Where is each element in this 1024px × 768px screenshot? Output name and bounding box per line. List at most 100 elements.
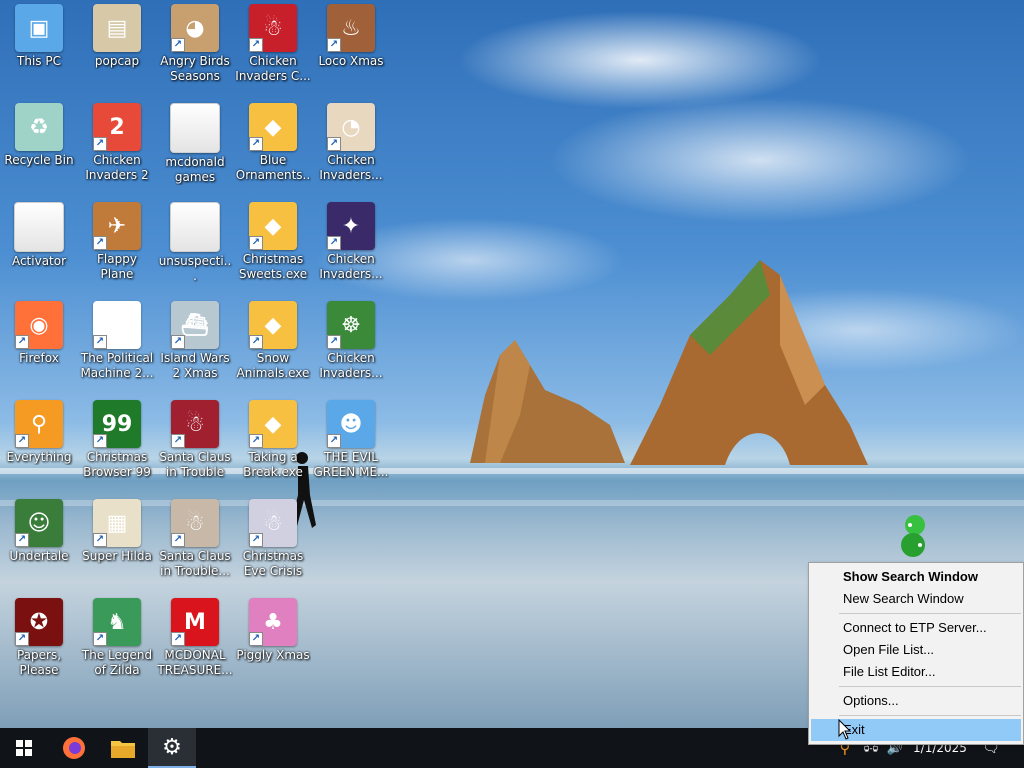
icon-glyph: ◆: [264, 312, 282, 338]
flappy-plane-icon: ✈ ↗: [93, 202, 141, 250]
desktop-icon-label: Loco Xmas: [318, 54, 384, 68]
desktop-icon[interactable]: ⚲ ↗ Everything: [1, 400, 77, 465]
icon-glyph: ✦: [341, 213, 361, 239]
menu-item[interactable]: Show Search Window: [809, 566, 1023, 588]
popcap-icon: ▤: [93, 4, 141, 52]
windows-logo-icon: [16, 740, 32, 756]
desktop-icon[interactable]: ♻ Recycle Bin: [1, 103, 77, 168]
generic-app-icon: ◆ ↗: [249, 400, 297, 448]
desktop-icon[interactable]: ♞ ↗ The Legend of Zilda: [79, 598, 155, 678]
loco-bear-icon: ♨ ↗: [327, 4, 375, 52]
icon-glyph: ♞: [107, 609, 127, 635]
desktop-icon-label: Super Hilda: [82, 549, 152, 563]
desktop-icon-label: Snow Animals.exe: [236, 351, 310, 380]
desktop-icon-label: Chicken Invaders...: [319, 252, 383, 281]
menu-separator: [839, 715, 1021, 716]
shortcut-arrow-icon: ↗: [15, 335, 29, 349]
desktop-icon[interactable]: 2 ↗ Chicken Invaders 2: [79, 103, 155, 183]
desktop-icon[interactable]: ◆ ↗ Snow Animals.exe: [235, 301, 311, 381]
desktop-icon[interactable]: ☃ ↗ Santa Claus in Trouble: [157, 400, 233, 480]
desktop-icon[interactable]: M ↗ MCDONAL TREASURE...: [157, 598, 233, 678]
mcdonalds-icon: M ↗: [171, 598, 219, 646]
folder-icon: [14, 202, 64, 252]
desktop-icon-label: Piggly Xmas: [236, 648, 310, 662]
shortcut-arrow-icon: ↗: [171, 434, 185, 448]
icon-glyph: ☃: [263, 15, 283, 41]
desktop-icon-label: Chicken Invaders C...: [235, 54, 311, 83]
papers-please-icon: ✪ ↗: [15, 598, 63, 646]
firefox-taskbar-button[interactable]: [50, 728, 98, 768]
desktop-icon[interactable]: ☸ ↗ Chicken Invaders...: [313, 301, 389, 381]
desktop-icon-label: Chicken Invaders...: [319, 351, 383, 380]
desktop-icon[interactable]: ☃↗Santa Claus in Trouble... A...: [157, 499, 233, 579]
desktop-icon[interactable]: ◕ ↗ Angry Birds Seasons: [157, 4, 233, 84]
desktop-icon[interactable]: ▣ This PC: [1, 4, 77, 69]
angry-birds-icon: ◕ ↗: [171, 4, 219, 52]
piggly-icon: ♣ ↗: [249, 598, 297, 646]
generic-app-icon: ◆ ↗: [249, 202, 297, 250]
desktop-icon[interactable]: mcdonald games: [157, 103, 233, 185]
desktop-icon[interactable]: ★ ↗ The Political Machine 2...: [79, 301, 155, 381]
icon-glyph: ⚲: [30, 411, 48, 437]
gear-icon: ⚙: [162, 734, 182, 760]
desktop-icon-label: The Legend of Zilda: [81, 648, 153, 677]
shortcut-arrow-icon: ↗: [327, 335, 341, 349]
chicken-invaders-icon: ☃ ↗: [249, 4, 297, 52]
shortcut-arrow-icon: ↗: [327, 236, 341, 250]
desktop-icon[interactable]: 99 ↗ Christmas Browser 99: [79, 400, 155, 480]
desktop-icon-label: Santa Claus in Trouble: [159, 450, 231, 479]
desktop-icon[interactable]: ▤ popcap: [79, 4, 155, 69]
desktop-icon[interactable]: ♨ ↗ Loco Xmas: [313, 4, 389, 69]
desktop-icon[interactable]: ◆ ↗ Taking a Break.exe: [235, 400, 311, 480]
desktop-icon[interactable]: ▦ ↗ Super Hilda: [79, 499, 155, 564]
file-explorer-taskbar-button[interactable]: [99, 728, 147, 768]
desktop-icon-label: Christmas Browser 99: [83, 450, 151, 479]
desktop-icon[interactable]: unsuspecti...: [157, 202, 233, 284]
desktop-icon[interactable]: ☺ ↗ Undertale: [1, 499, 77, 564]
start-button[interactable]: [0, 728, 48, 768]
chicken-invaders-icon: ◔ ↗: [327, 103, 375, 151]
menu-item[interactable]: File List Editor...: [809, 661, 1023, 683]
desktop-icon[interactable]: ✦ ↗ Chicken Invaders...: [313, 202, 389, 282]
desktop-icon[interactable]: ☃ ↗ Christmas Eve Crisis: [235, 499, 311, 579]
desktop-icon[interactable]: Activator: [1, 202, 77, 269]
menu-item[interactable]: Options...: [809, 690, 1023, 712]
people-icon: ☻ ↗: [327, 400, 375, 448]
santa-claus-icon: ☃ ↗: [249, 499, 297, 547]
shortcut-arrow-icon: ↗: [93, 236, 107, 250]
shortcut-arrow-icon: ↗: [171, 533, 185, 547]
desktop-icon[interactable]: ◆ ↗ Christmas Sweets.exe: [235, 202, 311, 282]
chicken-invaders-icon: ☸ ↗: [327, 301, 375, 349]
menu-item[interactable]: Open File List...: [809, 639, 1023, 661]
desktop-icon[interactable]: ✪ ↗ Papers, Please: [1, 598, 77, 678]
desktop-icon[interactable]: ◉ ↗ Firefox: [1, 301, 77, 366]
desktop-icon[interactable]: ⛴ ↗ Island Wars 2 Xmas: [157, 301, 233, 381]
shortcut-arrow-icon: ↗: [249, 236, 263, 250]
folder-icon: [170, 202, 220, 252]
menu-item[interactable]: New Search Window: [809, 588, 1023, 610]
christmas-tree-widget: [901, 515, 925, 557]
icon-glyph: ☃: [263, 510, 283, 536]
shortcut-arrow-icon: ↗: [171, 335, 185, 349]
desktop-icon[interactable]: ✈ ↗ Flappy Plane: [79, 202, 155, 282]
recycle-bin-icon: ♻: [15, 103, 63, 151]
desktop-icon[interactable]: ◔ ↗ Chicken Invaders...: [313, 103, 389, 183]
settings-taskbar-button[interactable]: ⚙: [148, 728, 196, 768]
chicken-invaders-icon: 2 ↗: [93, 103, 141, 151]
chicken-invaders-icon: ✦ ↗: [327, 202, 375, 250]
shortcut-arrow-icon: ↗: [15, 632, 29, 646]
desktop-icon[interactable]: ☃ ↗ Chicken Invaders C...: [235, 4, 311, 84]
desktop-icon-label: THE EVIL GREEN ME...: [313, 450, 389, 479]
menu-item[interactable]: Connect to ETP Server...: [809, 617, 1023, 639]
political-machine-icon: ★ ↗: [93, 301, 141, 349]
icon-glyph: 2: [109, 114, 125, 140]
icon-glyph: ★: [107, 312, 127, 338]
desktop-icon-label: Island Wars 2 Xmas: [160, 351, 230, 380]
generic-app-icon: ◆ ↗: [249, 103, 297, 151]
desktop-icon[interactable]: ♣ ↗ Piggly Xmas: [235, 598, 311, 663]
folder-icon: [111, 741, 135, 758]
desktop-icon[interactable]: ◆↗Blue Ornaments....: [235, 103, 311, 183]
legend-of-zilda-icon: ♞ ↗: [93, 598, 141, 646]
desktop-icon[interactable]: ☻ ↗ THE EVIL GREEN ME...: [313, 400, 389, 480]
shortcut-arrow-icon: ↗: [15, 533, 29, 547]
